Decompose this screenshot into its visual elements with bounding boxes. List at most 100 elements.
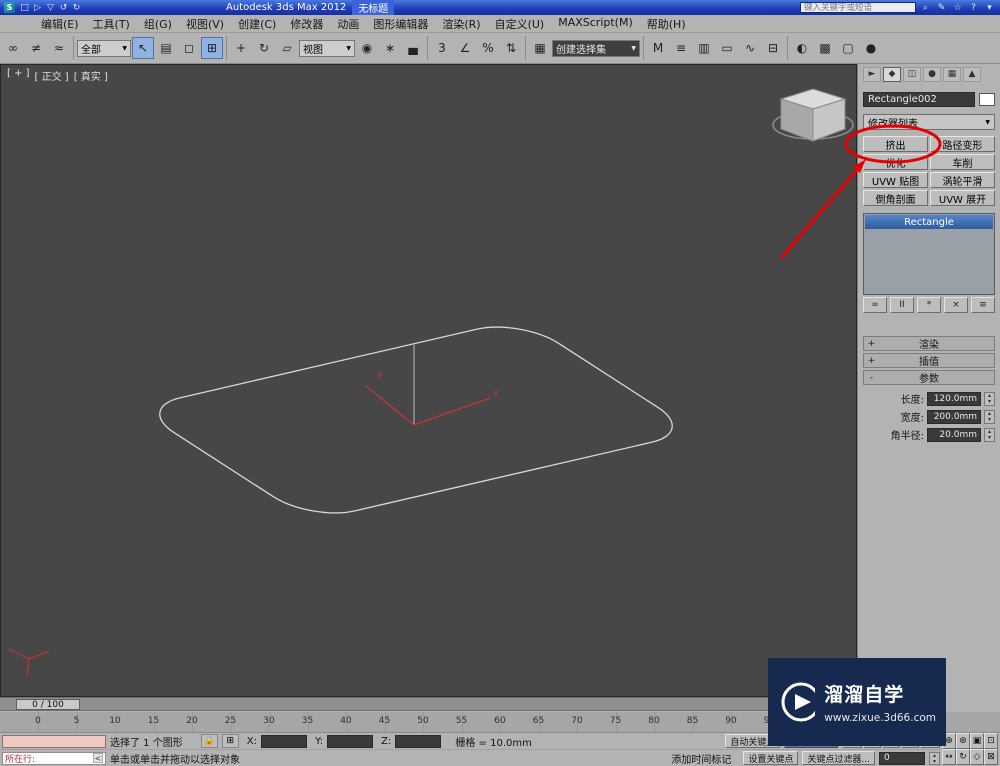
object-color-swatch[interactable]	[979, 93, 995, 106]
modifier-button[interactable]: UVW 贴图	[863, 172, 928, 188]
modifier-button[interactable]: 倒角剖面	[863, 190, 928, 206]
layer-manager-icon[interactable]: ▥	[693, 37, 715, 59]
add-time-tag[interactable]: 添加时间标记	[671, 751, 731, 766]
modifier-list-dropdown[interactable]: 修改器列表 ▼	[863, 114, 995, 130]
orbit-icon[interactable]: ↻	[956, 749, 970, 765]
y-coord-field[interactable]	[327, 735, 373, 748]
transform-gizmo[interactable]: y x	[366, 345, 499, 425]
stack-item[interactable]: Rectangle	[865, 215, 993, 229]
undo-icon[interactable]: ↺	[57, 2, 70, 14]
menu-item[interactable]: 图形编辑器	[366, 16, 435, 32]
reference-coordinate-dropdown[interactable]: 视图▼	[299, 40, 355, 57]
unlink-selection-icon[interactable]: ≠	[25, 37, 47, 59]
align-icon[interactable]: ≡	[670, 37, 692, 59]
menu-item[interactable]: 渲染(R)	[435, 16, 487, 32]
new-file-icon[interactable]: □	[18, 2, 31, 14]
spinner-down-icon[interactable]: ▾	[985, 417, 994, 423]
menu-item[interactable]: 创建(C)	[231, 16, 283, 32]
modifier-button[interactable]: 涡轮平滑	[930, 172, 995, 188]
graphite-ribbon-icon[interactable]: ▭	[716, 37, 738, 59]
hierarchy-tab[interactable]: ◫	[903, 67, 921, 82]
remove-modifier-icon[interactable]: ×	[944, 297, 968, 313]
use-pivot-center-icon[interactable]: ◉	[356, 37, 378, 59]
select-object-icon[interactable]: ↖	[132, 37, 154, 59]
zoom-extents-icon[interactable]: ▣	[970, 733, 984, 749]
modifier-button[interactable]: UVW 展开	[930, 190, 995, 206]
mirror-icon[interactable]: M	[647, 37, 669, 59]
material-editor-icon[interactable]: ◐	[791, 37, 813, 59]
keyboard-override-icon[interactable]: ▄	[402, 37, 424, 59]
spinner-down-icon[interactable]: ▾	[930, 759, 939, 765]
utilities-tab[interactable]: ▲	[963, 67, 981, 82]
spinner[interactable]: ▴▾	[984, 428, 995, 442]
pan-icon[interactable]: ↔	[942, 749, 956, 765]
modifier-button[interactable]: 车削	[930, 154, 995, 170]
x-coord-field[interactable]	[261, 735, 307, 748]
star-icon[interactable]: ☆	[951, 2, 964, 14]
pencil-icon[interactable]: ✎	[935, 2, 948, 14]
menu-item[interactable]: 编辑(E)	[34, 16, 86, 32]
search-icon[interactable]: ⌕	[919, 2, 932, 14]
schematic-view-icon[interactable]: ⊟	[762, 37, 784, 59]
menu-item[interactable]: 修改器	[283, 16, 330, 32]
viewport-menu-general[interactable]: [ + ]	[7, 68, 30, 83]
modifier-button[interactable]: 路径变形	[930, 136, 995, 152]
rollout-header[interactable]: +插值	[863, 353, 995, 368]
snap-toggle-3d-icon[interactable]: 3	[431, 37, 453, 59]
parameter-field[interactable]: 20.0mm	[927, 428, 981, 442]
render-production-icon[interactable]: ●	[860, 37, 882, 59]
rollout-toggle-icon[interactable]: -	[867, 372, 876, 383]
select-by-name-icon[interactable]: ▤	[155, 37, 177, 59]
spinner-down-icon[interactable]: ▾	[985, 435, 994, 441]
viewport[interactable]: [ + ] [ 正交 ] [ 真实 ] y x	[0, 64, 857, 697]
rollout-header[interactable]: -参数	[863, 370, 995, 385]
display-tab[interactable]: ▦	[943, 67, 961, 82]
edit-named-selection-sets-icon[interactable]: ▦	[529, 37, 551, 59]
spinner-snap-icon[interactable]: ⇅	[500, 37, 522, 59]
select-and-manipulate-icon[interactable]: ∗	[379, 37, 401, 59]
macro-recorder-field[interactable]	[2, 735, 106, 748]
help-icon[interactable]: ?	[967, 2, 980, 14]
infocenter-search-input[interactable]	[800, 2, 916, 13]
zoom-region-icon[interactable]: ⊡	[984, 733, 998, 749]
zoom-all-icon[interactable]: ⊛	[956, 733, 970, 749]
configure-modifier-sets-icon[interactable]: ≡	[971, 297, 995, 313]
parameter-field[interactable]: 200.0mm	[927, 410, 981, 424]
percent-snap-icon[interactable]: %	[477, 37, 499, 59]
time-spinner[interactable]: ▴ ▾	[929, 752, 940, 765]
select-and-rotate-icon[interactable]: ↻	[253, 37, 275, 59]
save-file-icon[interactable]: ▽	[44, 2, 57, 14]
select-and-link-icon[interactable]: ∞	[2, 37, 24, 59]
viewport-menu-pov[interactable]: [ 正交 ]	[35, 68, 69, 83]
listener-expand-icon[interactable]: <	[93, 753, 103, 763]
time-slider-track[interactable]: 0 / 100	[0, 697, 857, 711]
key-filters-button[interactable]: 关键点过滤器...	[802, 751, 875, 765]
absolute-offset-toggle-icon[interactable]: ⊞	[222, 734, 239, 748]
redo-icon[interactable]: ↻	[70, 2, 83, 14]
rendered-frame-window-icon[interactable]: ▢	[837, 37, 859, 59]
menu-item[interactable]: MAXScript(M)	[551, 16, 640, 32]
menu-item[interactable]: 工具(T)	[86, 16, 137, 32]
render-setup-icon[interactable]: ▩	[814, 37, 836, 59]
motion-tab[interactable]: ●	[923, 67, 941, 82]
select-and-scale-icon[interactable]: ▱	[276, 37, 298, 59]
z-coord-field[interactable]	[395, 735, 441, 748]
viewport-menu-shading[interactable]: [ 真实 ]	[74, 68, 108, 83]
open-file-icon[interactable]: ▷	[31, 2, 44, 14]
menu-item[interactable]: 视图(V)	[179, 16, 231, 32]
pin-stack-icon[interactable]: ∞	[863, 297, 887, 313]
lock-selection-icon[interactable]: 🔒	[201, 734, 218, 748]
menu-item[interactable]: 组(G)	[137, 16, 179, 32]
rollout-header[interactable]: +渲染	[863, 336, 995, 351]
rectangle-spline-shape[interactable]	[136, 319, 696, 521]
parameter-field[interactable]: 120.0mm	[927, 392, 981, 406]
modifier-button[interactable]: 优化	[863, 154, 928, 170]
set-key-button[interactable]: 设置关键点	[743, 751, 798, 765]
rollout-toggle-icon[interactable]: +	[867, 338, 876, 349]
viewcube[interactable]	[773, 89, 853, 141]
infocenter-menu-icon[interactable]: ▾	[983, 2, 996, 14]
modify-tab[interactable]: ◆	[883, 67, 901, 82]
rectangular-selection-region-icon[interactable]: ◻	[178, 37, 200, 59]
spinner[interactable]: ▴▾	[984, 410, 995, 424]
spinner-down-icon[interactable]: ▾	[985, 399, 994, 405]
